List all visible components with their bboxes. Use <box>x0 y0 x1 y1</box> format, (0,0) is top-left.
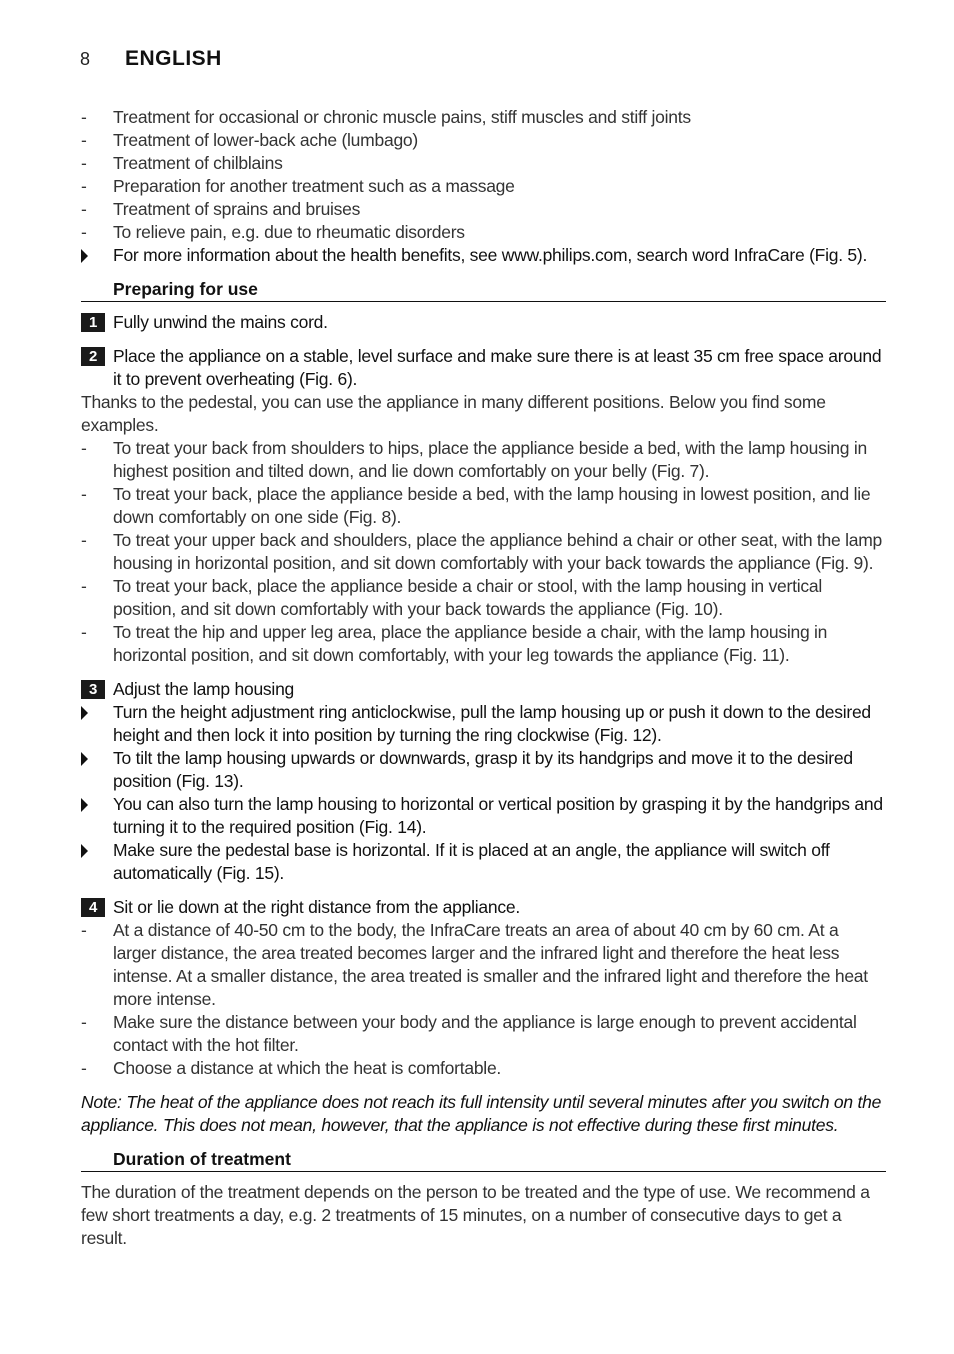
page-number: 8 <box>80 49 91 69</box>
dash-marker: - <box>81 438 87 458</box>
language-heading: ENGLISH <box>125 47 222 70</box>
step-1: 1 Fully unwind the mains cord. <box>81 311 886 334</box>
step-2: 2 Place the appliance on a stable, level… <box>81 345 886 391</box>
list-item: To tilt the lamp housing upwards or down… <box>81 747 886 793</box>
bullet-icon <box>81 793 101 818</box>
list-item: - Treatment of sprains and bruises <box>81 199 361 219</box>
list-item: - Treatment of chilblains <box>81 153 283 173</box>
list-item: - To treat your back, place the appliance… <box>81 576 822 619</box>
list-item: Make sure the pedestal base is horizonta… <box>81 839 886 885</box>
intro-dash-list: - Treatment for occasional or chronic mus… <box>81 106 886 267</box>
dash-marker: - <box>81 622 87 642</box>
list-item: - At a distance of 40-50 cm to the body, … <box>81 920 868 1009</box>
list-item: You can also turn the lamp housing to ho… <box>81 793 886 839</box>
list-item: - To relieve pain, e.g. due to rheumatic … <box>81 222 465 242</box>
list-item: - Make sure the distance between your bod… <box>81 1012 857 1055</box>
dash-marker: - <box>81 1058 87 1078</box>
note-text: Note: The heat of the appliance does not… <box>81 1092 882 1135</box>
list-item: - To treat the hip and upper leg area, pl… <box>81 622 828 665</box>
step-4: 4 Sit or lie down at the right distance … <box>81 896 886 919</box>
list-item: - To treat your upper back and shoulders,… <box>81 530 883 573</box>
step-4-list: - At a distance of 40-50 cm to the body, … <box>81 919 886 1080</box>
list-item: - Choose a distance at which the heat is … <box>81 1058 502 1078</box>
dash-marker: - <box>81 576 87 596</box>
dash-marker: - <box>81 153 87 173</box>
list-item: - To treat your back, place the appliance… <box>81 484 871 527</box>
section-heading-preparing: Preparing for use <box>81 278 886 302</box>
dash-marker: - <box>81 484 87 504</box>
section-heading-duration: Duration of treatment <box>81 1148 886 1172</box>
positions-intro: Thanks to the pedestal, you can use the … <box>81 392 826 435</box>
list-item: Turn the height adjustment ring anticloc… <box>81 701 886 747</box>
dash-marker: - <box>81 176 87 196</box>
info-bullet: For more information about the health be… <box>81 244 886 267</box>
dash-marker: - <box>81 107 87 127</box>
step-3: 3 Adjust the lamp housing <box>81 678 886 701</box>
bullet-icon <box>81 244 101 269</box>
step-number-badge: 2 <box>81 347 105 366</box>
list-item: - Treatment of lower-back ache (lumbago) <box>81 130 418 150</box>
page-header: 8 ENGLISH <box>80 47 222 75</box>
step-number-badge: 1 <box>81 313 105 332</box>
list-item: - Treatment for occasional or chronic mus… <box>81 107 691 127</box>
page-content: - Treatment for occasional or chronic mus… <box>81 106 886 1250</box>
dash-marker: - <box>81 530 87 550</box>
bullet-icon <box>81 701 101 726</box>
step-number-badge: 4 <box>81 898 105 917</box>
list-item: - Preparation for another treatment such … <box>81 176 515 196</box>
duration-text: The duration of the treatment depends on… <box>81 1182 870 1248</box>
step-number-badge: 3 <box>81 680 105 699</box>
dash-marker: - <box>81 920 87 940</box>
bullet-icon <box>81 747 101 772</box>
step-3-bullets: Turn the height adjustment ring anticloc… <box>81 701 886 885</box>
dash-marker: - <box>81 1012 87 1032</box>
dash-marker: - <box>81 130 87 150</box>
dash-marker: - <box>81 222 87 242</box>
bullet-icon <box>81 839 101 864</box>
list-item: - To treat your back from shoulders to hi… <box>81 438 867 481</box>
positions-list: - To treat your back from shoulders to hi… <box>81 437 886 667</box>
dash-marker: - <box>81 199 87 219</box>
